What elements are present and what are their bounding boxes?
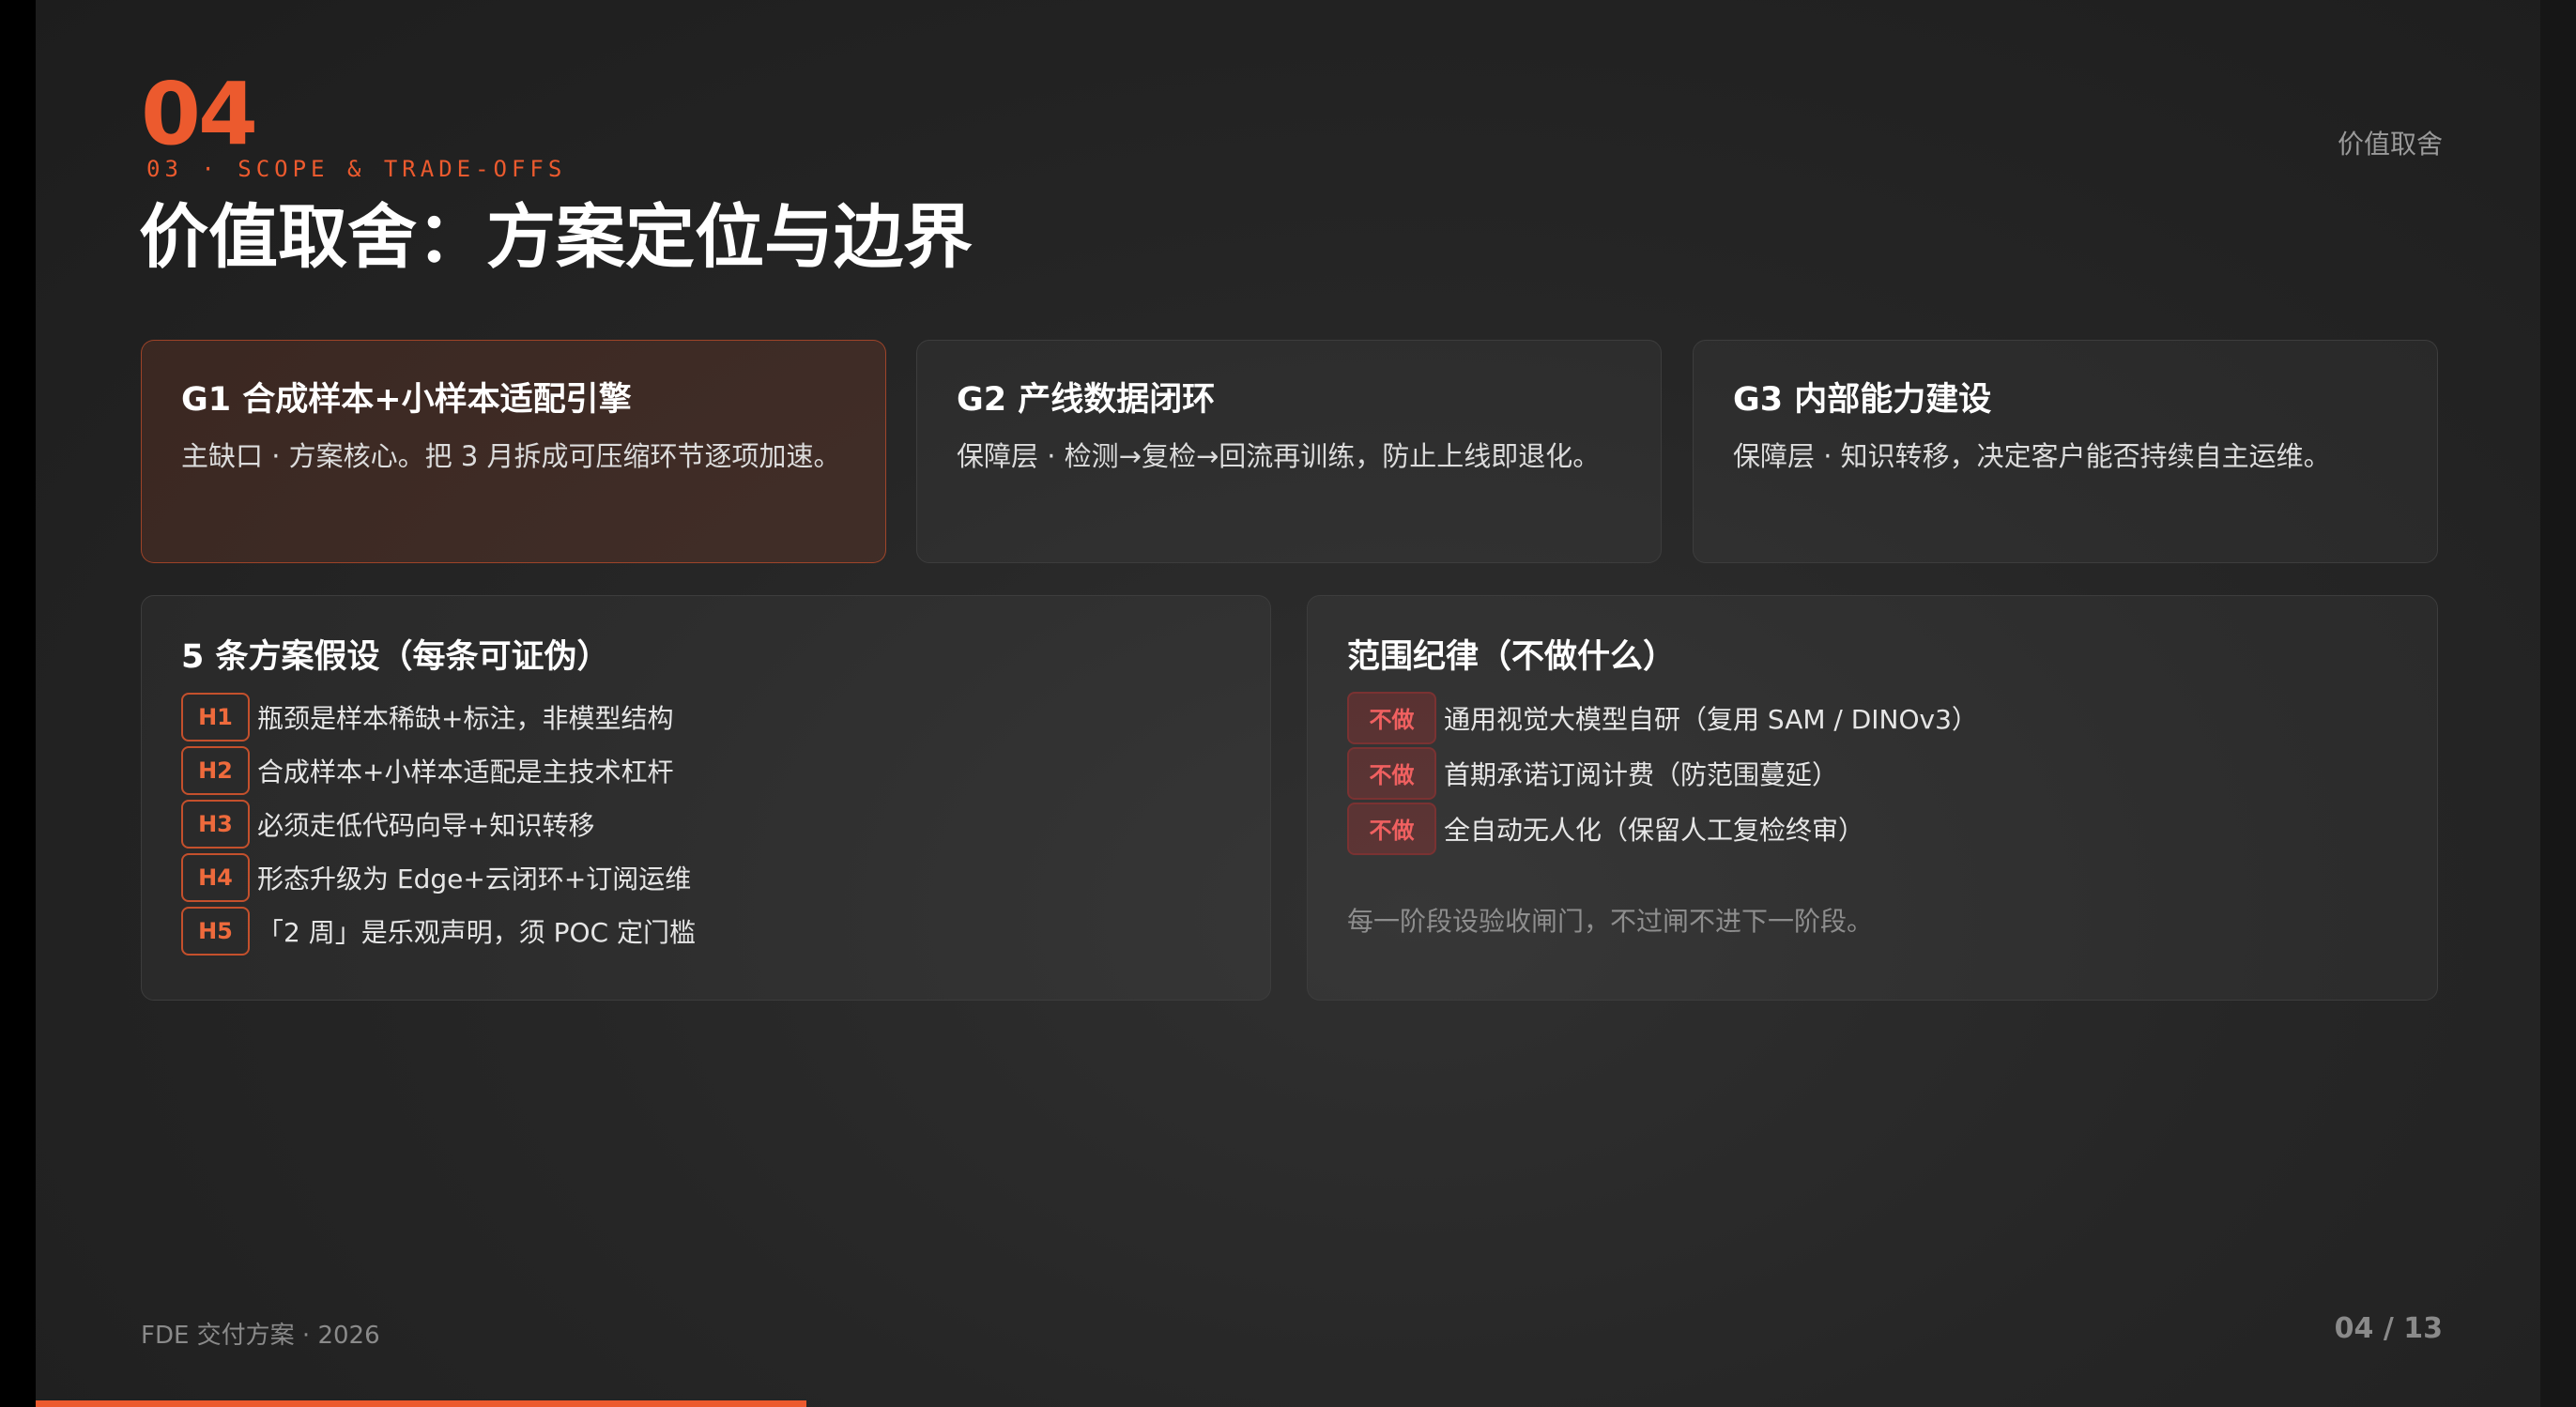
hypothesis-tag: H1 <box>181 692 250 742</box>
hypothesis-item: H3 必须走低代码向导+知识转移 <box>181 797 1231 850</box>
hypothesis-text: 瓶颈是样本稀缺+标注，非模型结构 <box>257 702 674 734</box>
goal-title: G1 合成样本+小样本适配引擎 <box>181 381 632 419</box>
hypothesis-item: H1 瓶颈是样本稀缺+标注，非模型结构 <box>181 690 1231 743</box>
page-counter: 04 / 13 <box>2334 1312 2443 1345</box>
slide-number: 04 <box>141 64 258 164</box>
hypothesis-item: H2 合成样本+小样本适配是主技术杠杆 <box>181 743 1231 797</box>
not-doing-badge: 不做 <box>1347 802 1436 855</box>
hypotheses-card: 5 条方案假设（每条可证伪） H1 瓶颈是样本稀缺+标注，非模型结构 H2 合成… <box>141 595 1271 1001</box>
goal-title: G3 内部能力建设 <box>1733 381 1992 419</box>
slide: 04 03 · SCOPE & TRADE-OFFS 价值取舍：方案定位与边界 … <box>36 0 2540 1407</box>
hypothesis-tag: H3 <box>181 799 250 849</box>
not-doing-badge: 不做 <box>1347 691 1436 744</box>
scope-card: 范围纪律（不做什么） 不做 通用视觉大模型自研（复用 SAM / DINOv3）… <box>1307 595 2438 1001</box>
hypothesis-text: 形态升级为 Edge+云闭环+订阅运维 <box>257 863 692 895</box>
scope-item-text: 全自动无人化（保留人工复检终审） <box>1444 814 1865 846</box>
hypothesis-item: H5 「2 周」是乐观声明，须 POC 定门槛 <box>181 904 1231 957</box>
scope-title: 范围纪律（不做什么） <box>1347 638 1677 676</box>
hypotheses-title: 5 条方案假设（每条可证伪） <box>181 638 610 676</box>
scope-item: 不做 通用视觉大模型自研（复用 SAM / DINOv3） <box>1347 690 2398 745</box>
hypothesis-text: 必须走低代码向导+知识转移 <box>257 809 595 841</box>
not-doing-badge: 不做 <box>1347 746 1436 800</box>
goal-card-g3: G3 内部能力建设 保障层 · 知识转移，决定客户能否持续自主运维。 <box>1693 340 2438 563</box>
goal-desc: 主缺口 · 方案核心。把 3 月拆成可压缩环节逐项加速。 <box>181 440 841 472</box>
scope-item: 不做 首期承诺订阅计费（防范围蔓延） <box>1347 745 2398 801</box>
hypothesis-tag: H4 <box>181 852 250 902</box>
hypothesis-text: 合成样本+小样本适配是主技术杠杆 <box>257 756 674 788</box>
right-edge <box>2540 0 2576 1407</box>
scope-item-text: 首期承诺订阅计费（防范围蔓延） <box>1444 758 1839 790</box>
hypothesis-tag: H5 <box>181 906 250 956</box>
scope-item-text: 通用视觉大模型自研（复用 SAM / DINOv3） <box>1444 703 1978 735</box>
scope-item: 不做 全自动无人化（保留人工复检终审） <box>1347 801 2398 856</box>
hypothesis-tag: H2 <box>181 745 250 795</box>
goal-desc: 保障层 · 知识转移，决定客户能否持续自主运维。 <box>1733 440 2331 472</box>
section-label: 03 · SCOPE & TRADE-OFFS <box>146 156 567 182</box>
goal-title: G2 产线数据闭环 <box>957 381 1216 419</box>
footer-label: FDE 交付方案 · 2026 <box>141 1322 380 1350</box>
progress-bar <box>36 1400 2540 1407</box>
hypothesis-text: 「2 周」是乐观声明，须 POC 定门槛 <box>257 916 696 948</box>
goal-card-g2: G2 产线数据闭环 保障层 · 检测→复检→回流再训练，防止上线即退化。 <box>916 340 1662 563</box>
goal-desc: 保障层 · 检测→复检→回流再训练，防止上线即退化。 <box>957 440 1601 472</box>
header-section-name: 价值取舍 <box>2337 129 2443 160</box>
goal-card-g1: G1 合成样本+小样本适配引擎 主缺口 · 方案核心。把 3 月拆成可压缩环节逐… <box>141 340 886 563</box>
page-title: 价值取舍：方案定位与边界 <box>139 197 973 278</box>
scope-note: 每一阶段设验收闸门，不过闸不进下一阶段。 <box>1347 906 1874 937</box>
progress-bar-fill <box>36 1400 806 1407</box>
hypothesis-item: H4 形态升级为 Edge+云闭环+订阅运维 <box>181 850 1231 904</box>
